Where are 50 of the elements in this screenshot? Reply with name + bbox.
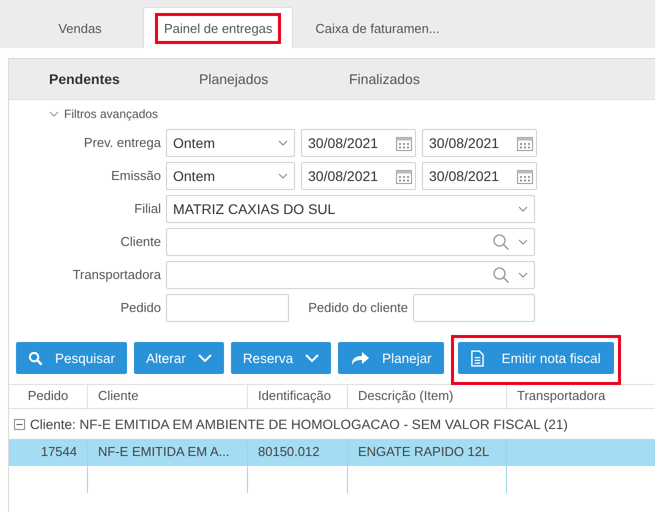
column-header[interactable]: Descrição (Item) [348, 385, 507, 408]
chevron-icon [518, 238, 528, 244]
table-row[interactable]: 17544 NF-E EMITIDA EM A... 80150.012 ENGATE RAPIDO 12L [9, 439, 655, 466]
chevron-icon [305, 354, 320, 362]
tab[interactable]: Vendas [19, 8, 141, 48]
chevron-icon [518, 206, 528, 212]
date-field[interactable]: 30/08/2021 [422, 128, 537, 156]
field-label: Prev. entrega [82, 135, 161, 150]
group-label: Cliente: NF-E EMITIDA EM AMBIENTE DE HOMOLOGACAO - SEM VALOR FISCAL (21) [30, 416, 568, 432]
search-icon [28, 350, 43, 366]
column-header[interactable]: Cliente [88, 385, 248, 408]
section-title: Filtros avançados [64, 107, 158, 121]
tab[interactable]: Caixa de faturamen... [295, 8, 460, 48]
chevron-icon[interactable] [49, 111, 59, 117]
chevron-icon [278, 172, 288, 178]
field-label: Filial [133, 201, 161, 216]
search-icon[interactable] [492, 266, 510, 284]
table-cell: NF-E EMITIDA EM A... [98, 444, 230, 459]
input-field[interactable] [413, 294, 535, 322]
chevron-icon [278, 140, 288, 146]
tab[interactable]: Pendentes [49, 71, 199, 87]
field-label: Pedido [120, 300, 161, 315]
document-icon [470, 350, 484, 366]
table-cell: 80150.012 [258, 444, 320, 459]
column-header[interactable]: Pedido [9, 385, 88, 408]
lookup-field[interactable] [166, 228, 535, 256]
dropdown[interactable]: Ontem [166, 162, 295, 190]
lookup-field[interactable] [166, 260, 535, 288]
date-field[interactable]: 30/08/2021 [301, 162, 416, 190]
table-cell: ENGATE RAPIDO 12L [358, 444, 490, 459]
search-icon[interactable] [492, 232, 510, 250]
date-field[interactable]: 30/08/2021 [422, 162, 537, 190]
date-field[interactable]: 30/08/2021 [301, 128, 416, 156]
column-header[interactable]: Transportadora [507, 385, 655, 408]
tab[interactable]: Finalizados [349, 71, 499, 87]
dropdown[interactable]: Ontem [166, 128, 295, 156]
chevron-icon [518, 272, 528, 278]
table-cell: 17544 [40, 444, 77, 459]
dropdown[interactable]: MATRIZ CAXIAS DO SUL [166, 194, 535, 222]
input-field[interactable] [166, 294, 289, 322]
field-label: Transportadora [72, 267, 161, 282]
field-label: Cliente [120, 234, 161, 249]
chevron-icon [198, 354, 212, 362]
tab[interactable]: Painel de entregas [143, 7, 294, 48]
column-header[interactable]: Identificação [248, 385, 348, 408]
collapse-icon[interactable] [14, 418, 25, 430]
tab[interactable]: Planejados [199, 71, 349, 87]
field-label: Emissão [110, 168, 161, 183]
share-arrow-icon [350, 350, 370, 366]
field-label: Pedido do cliente [307, 300, 408, 315]
